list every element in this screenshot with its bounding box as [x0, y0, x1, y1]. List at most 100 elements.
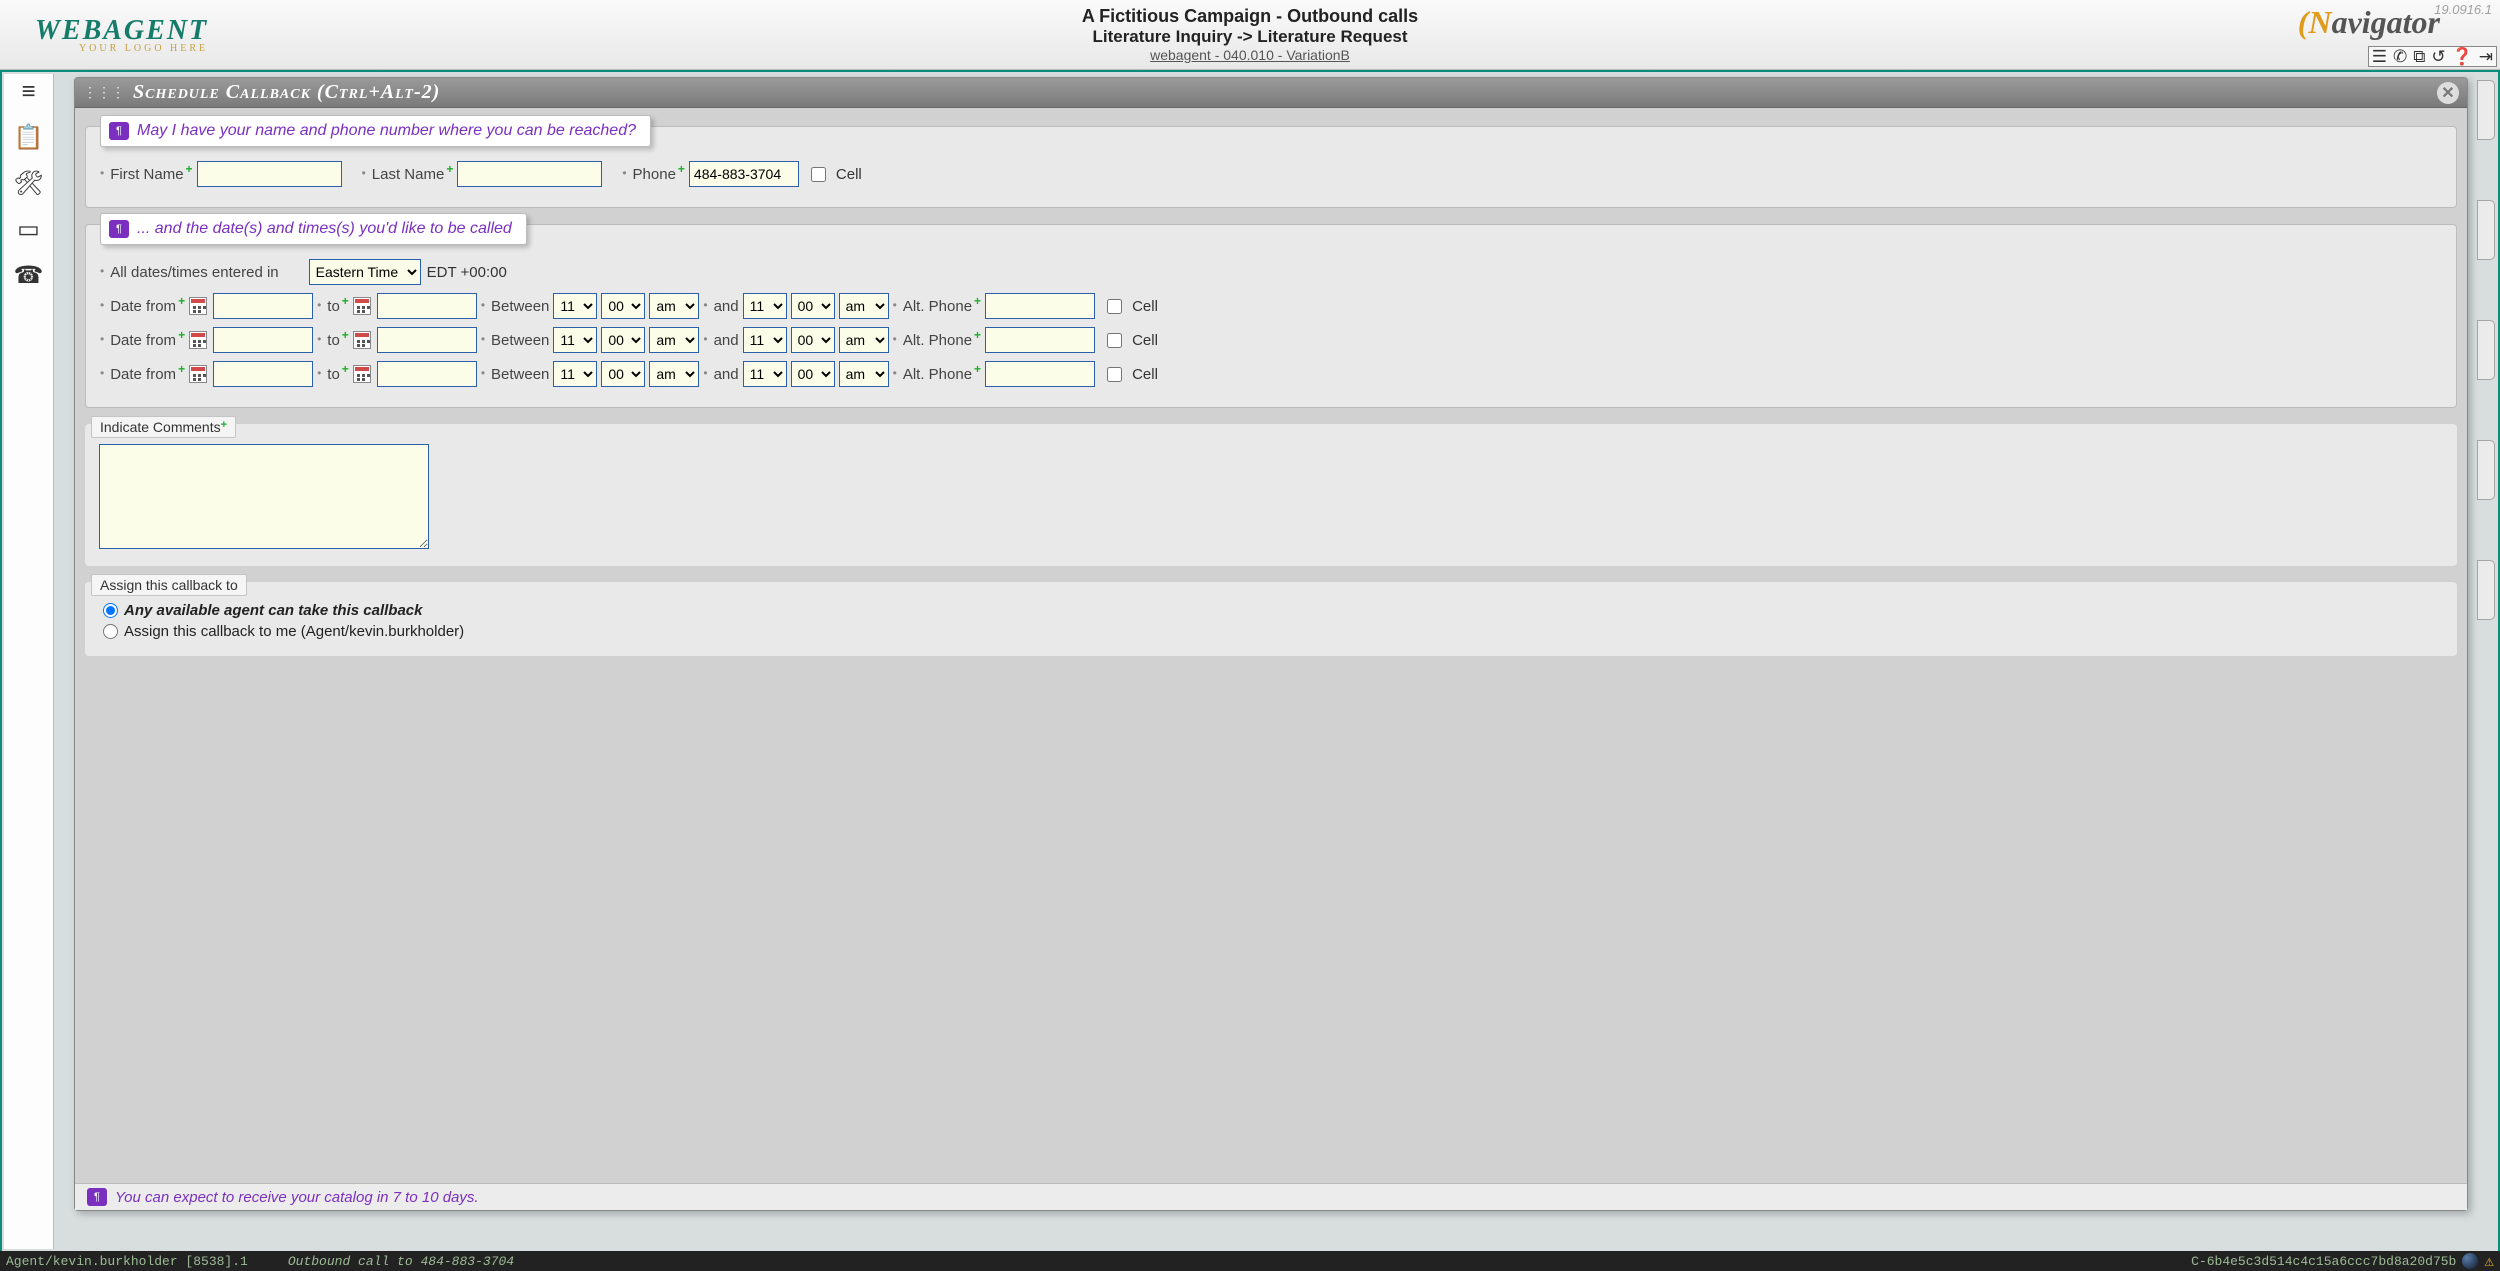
from-hour-select-1[interactable]: 11	[553, 293, 597, 319]
cell-label: Cell	[1132, 332, 1158, 349]
from-min-select-2[interactable]: 00	[601, 327, 645, 353]
contact-panel: ¶ May I have your name and phone number …	[85, 126, 2457, 208]
date-from-label: Date from+	[100, 366, 185, 383]
alt-phone-label: Alt. Phone+	[893, 298, 981, 315]
header-center: A Fictitious Campaign - Outbound calls L…	[1082, 6, 1418, 63]
assign-any-label: Any available agent can take this callba…	[124, 602, 422, 619]
calendar-icon[interactable]	[189, 365, 207, 383]
alt-phone-input-1[interactable]	[985, 293, 1095, 319]
to-label: to+	[317, 298, 349, 315]
between-label: Between	[481, 298, 550, 315]
calendar-icon[interactable]	[353, 365, 371, 383]
speech-bubble-icon: ¶	[109, 220, 129, 238]
status-hash: C-6b4e5c3d514c4c15a6ccc7bd8a20d75b	[2191, 1254, 2456, 1269]
date-to-input-3[interactable]	[377, 361, 477, 387]
alt-phone-input-2[interactable]	[985, 327, 1095, 353]
clipboard-icon[interactable]: 📋	[14, 126, 44, 150]
and-label: and	[703, 298, 738, 315]
assign-me-radio[interactable]	[103, 624, 118, 639]
side-tab[interactable]	[2477, 80, 2495, 140]
comments-legend: Indicate Comments+	[91, 416, 236, 438]
calendar-icon[interactable]	[189, 297, 207, 315]
from-hour-select-2[interactable]: 11	[553, 327, 597, 353]
to-label: to+	[317, 332, 349, 349]
call-icon[interactable]: ☎	[14, 264, 44, 288]
from-ampm-select-3[interactable]: am	[649, 361, 699, 387]
window-icon[interactable]: ⧉	[2413, 48, 2425, 65]
comments-fieldset: Indicate Comments+	[85, 424, 2457, 566]
help-icon[interactable]: ❓	[2452, 48, 2473, 65]
to-min-select-3[interactable]: 00	[791, 361, 835, 387]
variation-link[interactable]: webagent - 040.010 - VariationB	[1082, 47, 1418, 63]
assign-any-radio[interactable]	[103, 603, 118, 618]
side-tab[interactable]	[2477, 440, 2495, 500]
phone-input[interactable]	[689, 161, 799, 187]
from-hour-select-3[interactable]: 11	[553, 361, 597, 387]
from-ampm-select-1[interactable]: am	[649, 293, 699, 319]
to-ampm-select-3[interactable]: am	[839, 361, 889, 387]
date-from-label: Date from+	[100, 332, 185, 349]
modal-header: ⋮⋮⋮ Schedule Callback (Ctrl+Alt-2) ✕	[75, 78, 2467, 108]
exit-icon[interactable]: ⇥	[2479, 48, 2493, 65]
to-min-select-2[interactable]: 00	[791, 327, 835, 353]
calendar-icon[interactable]	[353, 297, 371, 315]
warning-icon[interactable]: ⚠	[2484, 1251, 2494, 1271]
to-hour-select-2[interactable]: 11	[743, 327, 787, 353]
side-tab[interactable]	[2477, 200, 2495, 260]
cell-checkbox[interactable]	[811, 167, 826, 182]
flow-title: Literature Inquiry -> Literature Request	[1082, 27, 1418, 47]
from-ampm-select-2[interactable]: am	[649, 327, 699, 353]
assign-fieldset: Assign this callback to Any available ag…	[85, 582, 2457, 656]
phone-label: Phone+	[622, 166, 685, 183]
side-tab[interactable]	[2477, 320, 2495, 380]
to-hour-select-1[interactable]: 11	[743, 293, 787, 319]
first-name-label: First Name+	[100, 166, 193, 183]
from-min-select-3[interactable]: 00	[601, 361, 645, 387]
alt-cell-checkbox-3[interactable]	[1107, 367, 1122, 382]
first-name-input[interactable]	[197, 161, 342, 187]
menu-icon[interactable]: ≡	[21, 80, 35, 104]
schedule-panel: ¶ ... and the date(s) and times(s) you'd…	[85, 224, 2457, 408]
list-icon[interactable]: ☰	[2372, 48, 2387, 65]
alt-cell-checkbox-2[interactable]	[1107, 333, 1122, 348]
from-min-select-1[interactable]: 00	[601, 293, 645, 319]
drag-handle-icon[interactable]: ⋮⋮⋮	[83, 84, 125, 101]
script-prompt-2: ¶ ... and the date(s) and times(s) you'd…	[100, 213, 527, 245]
tools-icon[interactable]: 🛠	[13, 172, 43, 196]
to-hour-select-3[interactable]: 11	[743, 361, 787, 387]
date-from-input-2[interactable]	[213, 327, 313, 353]
app-logo-left: WEBAGENT YOUR LOGO HERE	[35, 15, 208, 54]
to-min-select-1[interactable]: 00	[791, 293, 835, 319]
calendar-icon[interactable]	[353, 331, 371, 349]
and-label: and	[703, 332, 738, 349]
app-header: WEBAGENT YOUR LOGO HERE A Fictitious Cam…	[0, 0, 2500, 70]
date-to-input-2[interactable]	[377, 327, 477, 353]
date-to-input-1[interactable]	[377, 293, 477, 319]
side-tab[interactable]	[2477, 560, 2495, 620]
status-call: Outbound call to 484-883-3704	[288, 1254, 514, 1269]
assign-me-label: Assign this callback to me (Agent/kevin.…	[124, 623, 464, 640]
between-label: Between	[481, 366, 550, 383]
phone-icon[interactable]: ✆	[2393, 48, 2407, 65]
cell-label: Cell	[1132, 298, 1158, 315]
date-from-label: Date from+	[100, 298, 185, 315]
to-ampm-select-2[interactable]: am	[839, 327, 889, 353]
date-from-input-3[interactable]	[213, 361, 313, 387]
script-prompt-1: ¶ May I have your name and phone number …	[100, 115, 651, 147]
panel-icon[interactable]: ▭	[17, 218, 40, 242]
to-label: to+	[317, 366, 349, 383]
history-icon[interactable]: ↺	[2431, 48, 2445, 65]
close-icon[interactable]: ✕	[2437, 82, 2459, 104]
tz-offset-label: EDT +00:00	[427, 264, 507, 281]
comments-textarea[interactable]	[99, 444, 429, 549]
date-from-input-1[interactable]	[213, 293, 313, 319]
assign-legend: Assign this callback to	[91, 574, 247, 596]
alt-cell-checkbox-1[interactable]	[1107, 299, 1122, 314]
last-name-input[interactable]	[457, 161, 602, 187]
modal-body: ¶ May I have your name and phone number …	[75, 108, 2467, 1183]
to-ampm-select-1[interactable]: am	[839, 293, 889, 319]
alt-phone-input-3[interactable]	[985, 361, 1095, 387]
calendar-icon[interactable]	[189, 331, 207, 349]
timezone-select[interactable]: Eastern Time	[309, 259, 421, 285]
footer-script-prompt: ¶ You can expect to receive your catalog…	[75, 1183, 2467, 1210]
